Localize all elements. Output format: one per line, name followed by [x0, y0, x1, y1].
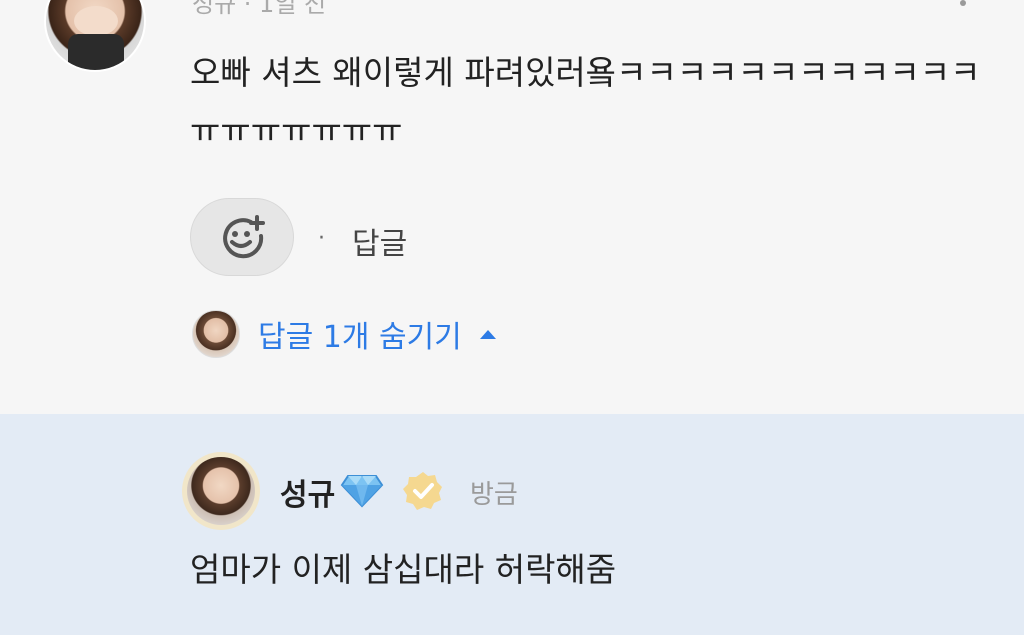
commenter-avatar[interactable] — [44, 0, 146, 72]
comment-text: 오빠 셔츠 왜이렇게 파려있러욬ㅋㅋㅋㅋㅋㅋㅋㅋㅋㅋㅋㅋ ㅠㅠㅠㅠㅠㅠㅠ — [190, 53, 981, 150]
verified-check-icon — [403, 472, 442, 510]
more-vertical-icon[interactable] — [958, 0, 968, 16]
avatar-face — [74, 6, 118, 36]
avatar-suit — [68, 34, 124, 70]
reply-timestamp: 방금 — [470, 480, 518, 510]
diamond-icon — [340, 475, 384, 508]
hide-replies-label: 답글 1개 숨기기 — [258, 320, 462, 355]
reply-author-avatar[interactable] — [182, 452, 260, 530]
avatar-photo — [187, 457, 255, 525]
reply-comment: 성규 방금 엄마가 이제 삼십대라 허락해줌 — [0, 414, 1024, 635]
caret-up-icon — [479, 329, 496, 339]
separator-dot: · — [318, 226, 325, 251]
comment-author-meta: 성규 · 1일 전 — [192, 0, 327, 18]
reply-author-mini-avatar — [192, 310, 240, 358]
comment: 성규 · 1일 전 오빠 셔츠 왜이렇게 파려있러욬ㅋㅋㅋㅋㅋㅋㅋㅋㅋㅋㅋㅋ ㅠ… — [0, 0, 1024, 414]
reply-text: 엄마가 이제 삼십대라 허락해줌 — [190, 550, 617, 589]
reply-author-name[interactable]: 성규 — [280, 470, 335, 514]
reply-button[interactable]: 답글 — [352, 219, 407, 263]
hide-replies-toggle[interactable]: 답글 1개 숨기기 — [192, 310, 496, 358]
add-emoji-icon — [223, 215, 265, 259]
add-reaction-button[interactable] — [190, 198, 294, 276]
